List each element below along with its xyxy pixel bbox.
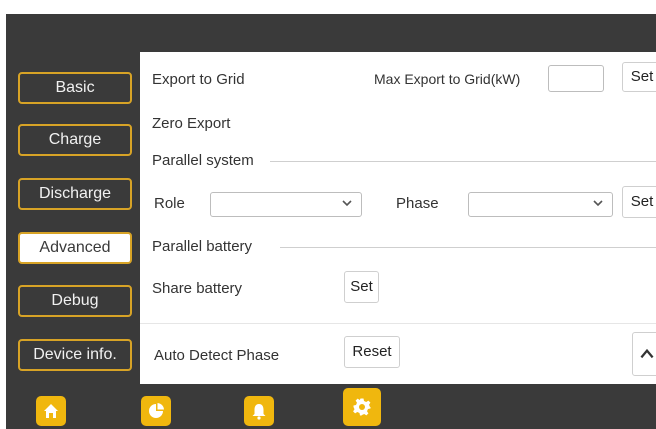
max-export-label: Max Export to Grid(kW) xyxy=(374,71,521,87)
nav-basic-button[interactable]: Basic xyxy=(18,72,132,104)
nav-charge-button[interactable]: Charge xyxy=(18,124,132,156)
share-battery-set-button[interactable]: Set xyxy=(344,271,379,303)
nav-discharge-button[interactable]: Discharge xyxy=(18,178,132,210)
chevron-down-icon xyxy=(342,200,352,207)
section-divider xyxy=(270,161,656,162)
nav-advanced-button[interactable]: Advanced xyxy=(18,232,132,264)
phase-select[interactable] xyxy=(468,192,613,217)
top-bar xyxy=(6,14,656,52)
bell-icon[interactable] xyxy=(244,396,274,426)
parallel-set-button[interactable]: Set xyxy=(622,186,656,218)
nav-device-info-button[interactable]: Device info. xyxy=(18,339,132,371)
gear-icon[interactable] xyxy=(343,388,381,426)
auto-detect-phase-label: Auto Detect Phase xyxy=(154,347,280,364)
role-label: Role xyxy=(154,195,185,212)
device-screen: Basic Charge Discharge Advanced Debug De… xyxy=(6,14,656,429)
max-export-set-button[interactable]: Set xyxy=(622,62,656,92)
bottom-nav xyxy=(6,384,656,429)
pie-chart-icon[interactable] xyxy=(141,396,171,426)
share-battery-label: Share battery xyxy=(152,280,243,297)
role-select[interactable] xyxy=(210,192,362,217)
scroll-up-button[interactable] xyxy=(632,332,656,376)
settings-panel: Export to Grid Max Export to Grid(kW) Se… xyxy=(140,52,656,384)
zero-export-label: Zero Export xyxy=(152,115,231,132)
chevron-down-icon xyxy=(593,200,603,207)
nav-debug-button[interactable]: Debug xyxy=(18,285,132,317)
export-to-grid-label: Export to Grid xyxy=(152,71,245,88)
section-divider xyxy=(280,247,656,248)
parallel-system-label: Parallel system xyxy=(152,152,254,169)
section-divider xyxy=(140,323,656,324)
phase-label: Phase xyxy=(396,195,439,212)
parallel-battery-label: Parallel battery xyxy=(152,238,253,255)
home-icon[interactable] xyxy=(36,396,66,426)
chevron-up-icon xyxy=(640,348,654,359)
max-export-input[interactable] xyxy=(548,65,604,92)
sidebar: Basic Charge Discharge Advanced Debug De… xyxy=(6,52,140,384)
reset-button[interactable]: Reset xyxy=(344,336,400,368)
